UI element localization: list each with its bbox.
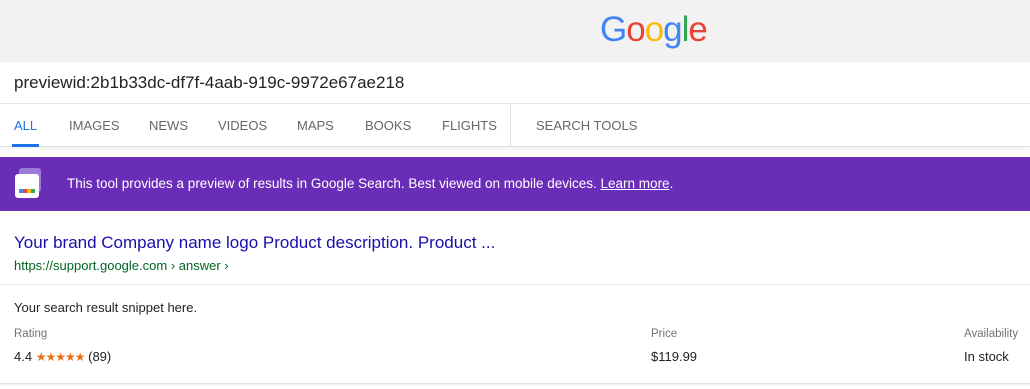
price-value: $119.99 xyxy=(651,349,698,364)
preview-banner: This tool provides a preview of results … xyxy=(0,157,1030,211)
tab-search-tools[interactable]: SEARCH TOOLS xyxy=(536,104,637,147)
banner-text: This tool provides a preview of results … xyxy=(67,176,597,191)
logo-letter-e: e xyxy=(688,10,707,49)
tab-flights[interactable]: FLIGHTS xyxy=(442,104,497,147)
logo-letter-l: l xyxy=(681,10,690,49)
banner-suffix: . xyxy=(669,176,674,191)
rating-label: Rating xyxy=(14,328,48,340)
tab-all[interactable]: ALL xyxy=(11,104,40,147)
preview-tool-icon xyxy=(15,168,41,198)
rating-value-row: 4.4 ★★★★★ (89) xyxy=(14,349,111,364)
tab-books[interactable]: BOOKS xyxy=(365,104,411,147)
logo-letter-g1: G xyxy=(600,10,627,49)
availability-value: In stock xyxy=(964,349,1009,364)
search-input[interactable] xyxy=(14,70,1014,96)
availability-label: Availability xyxy=(964,328,1019,340)
star-rating-icon: ★★★★★ xyxy=(35,350,86,364)
search-result-card: Your brand Company name logo Product des… xyxy=(0,221,1030,384)
search-tabs: ALL IMAGES NEWS VIDEOS MAPS BOOKS FLIGHT… xyxy=(0,104,1030,147)
google-header: Google xyxy=(0,0,1030,62)
icon-square-4 xyxy=(31,189,35,193)
preview-tool-icon-front xyxy=(15,174,39,198)
result-url[interactable]: https://support.google.com › answer › xyxy=(14,258,229,273)
tab-maps[interactable]: MAPS xyxy=(297,104,334,147)
google-logo[interactable]: Google xyxy=(600,10,708,50)
logo-letter-g2: g xyxy=(663,10,682,49)
tab-videos[interactable]: VIDEOS xyxy=(218,104,267,147)
rating-value: 4.4 xyxy=(14,349,33,364)
learn-more-link[interactable]: Learn more xyxy=(601,176,670,191)
tab-news[interactable]: NEWS xyxy=(149,104,188,147)
price-label: Price xyxy=(651,328,678,340)
logo-letter-o2: o xyxy=(644,10,664,49)
logo-letter-o1: o xyxy=(626,10,645,49)
result-snippet: Your search result snippet here. xyxy=(14,300,198,315)
search-bar xyxy=(0,62,1030,104)
result-divider xyxy=(0,284,1030,285)
tab-images[interactable]: IMAGES xyxy=(69,104,120,147)
result-title-link[interactable]: Your brand Company name logo Product des… xyxy=(14,233,495,253)
banner-message: This tool provides a preview of results … xyxy=(67,176,673,191)
tabs-divider xyxy=(510,104,511,147)
rating-count: (89) xyxy=(88,349,112,364)
